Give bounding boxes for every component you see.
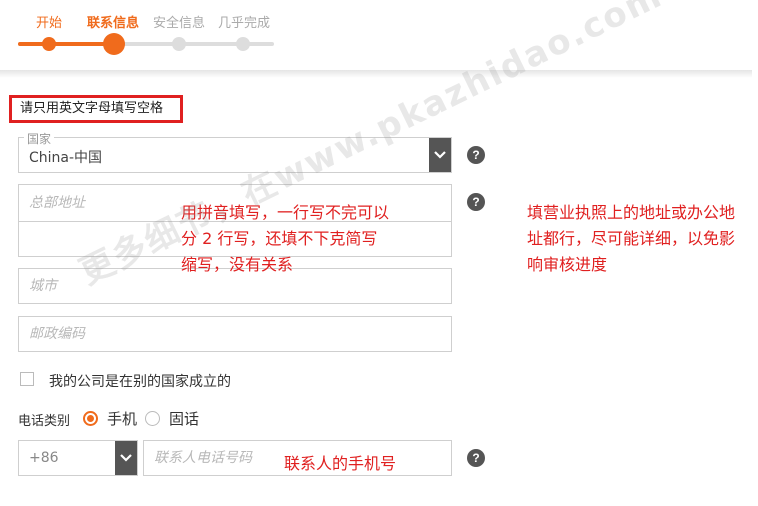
help-icon[interactable]: ? (467, 146, 485, 164)
step-label-security: 安全信息 (153, 16, 206, 31)
help-icon[interactable]: ? (467, 193, 485, 211)
phone-type-label: 电话类别 (18, 414, 71, 429)
step-dot-almost-done (236, 37, 250, 51)
postal-code-field[interactable] (18, 316, 452, 352)
step-label-contact: 联系信息 (87, 16, 140, 31)
annotation-line: 址都行，尽可能详细，以免影 (527, 229, 736, 248)
annotation-line: 填营业执照上的地址或办公地 (527, 203, 736, 222)
step-dot-contact (103, 33, 125, 55)
step-dot-security (172, 37, 186, 51)
country-code-value: +86 (29, 450, 59, 466)
chevron-down-icon[interactable] (115, 441, 137, 475)
step-label-almost-done: 几乎完成 (218, 16, 271, 31)
english-only-hint: 请只用英文字母填写空格 (9, 95, 183, 123)
chevron-down-icon[interactable] (429, 138, 451, 172)
section-divider (0, 70, 752, 78)
foreign-company-checkbox[interactable] (20, 372, 34, 386)
step-dot-start (42, 37, 56, 51)
step-label-start: 开始 (36, 16, 63, 31)
country-value: China-中国 (29, 150, 103, 166)
help-icon[interactable]: ? (467, 449, 485, 467)
radio-landline-label: 固话 (169, 410, 200, 428)
radio-landline[interactable] (145, 411, 160, 426)
phone-annotation: 联系人的手机号 (284, 454, 397, 473)
radio-mobile-label: 手机 (107, 410, 138, 428)
country-code-select[interactable]: +86 (18, 440, 138, 476)
country-legend: 国家 (24, 130, 55, 147)
postal-code-input[interactable] (19, 317, 451, 351)
address-annotation-2: 填营业执照上的地址或办公地 址都行，尽可能详细，以免影 响审核进度 (527, 200, 735, 278)
foreign-company-label: 我的公司是在别的国家成立的 (49, 374, 231, 390)
radio-mobile[interactable] (83, 411, 98, 426)
annotation-line: 缩写，没有关系 (181, 255, 294, 274)
annotation-line: 响审核进度 (527, 255, 608, 274)
